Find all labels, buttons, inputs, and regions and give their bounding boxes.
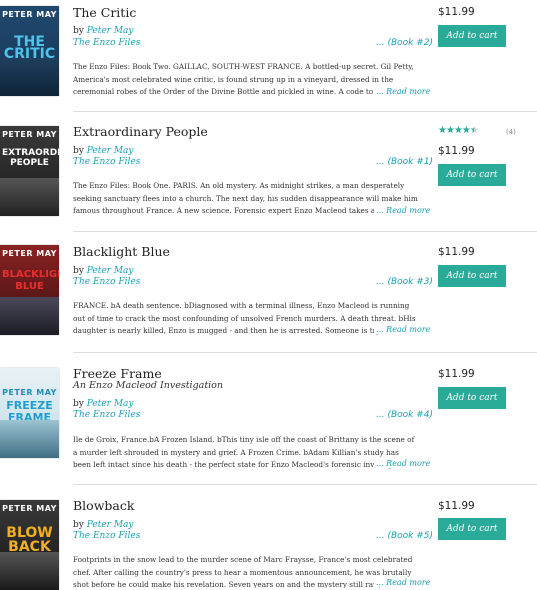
book-description: Footprints in the snow lead to the murde… <box>73 555 413 588</box>
price: $11.99 <box>438 6 475 18</box>
rating-stars: ★★★★★ <box>438 125 479 136</box>
cover-art <box>0 178 59 216</box>
book-number: ... (Book #4) <box>376 410 433 420</box>
author-link[interactable]: Peter May <box>87 266 134 276</box>
price: $11.99 <box>438 145 475 157</box>
book-description: The Enzo Files: Book One. PARIS. An old … <box>73 181 418 215</box>
read-more-link[interactable]: ... Read more <box>374 87 431 96</box>
read-more-link[interactable]: ... Read more <box>374 578 431 587</box>
divider <box>73 352 537 353</box>
add-to-cart-button[interactable]: Add to cart <box>438 387 506 409</box>
star-icon: ★ <box>453 125 463 136</box>
book-title[interactable]: Extraordinary People <box>73 124 208 139</box>
cover-author: PETER MAY <box>2 249 57 258</box>
cover-art <box>0 552 59 590</box>
book-title[interactable]: Blacklight Blue <box>73 244 170 259</box>
add-to-cart-button[interactable]: Add to cart <box>438 518 506 540</box>
series-link[interactable]: The Enzo Files <box>73 157 140 167</box>
author-link[interactable]: Peter May <box>87 520 134 530</box>
author-link[interactable]: Peter May <box>87 26 134 36</box>
cover-title: THE CRITIC <box>3 34 56 62</box>
byline: by Peter May <box>73 266 134 276</box>
book-description: FRANCE. bA death sentence. bDiagnosed wi… <box>73 301 416 335</box>
book-description: Ile de Groix, France.bA Frozen Island. b… <box>73 435 415 469</box>
author-link[interactable]: Peter May <box>87 146 134 156</box>
book-title[interactable]: Blowback <box>73 498 134 513</box>
cover-author: PETER MAY <box>2 130 57 139</box>
byline: by Peter May <box>73 26 134 36</box>
price: $11.99 <box>438 246 475 258</box>
book-number: ... (Book #1) <box>376 157 433 167</box>
series-link[interactable]: The Enzo Files <box>73 410 140 420</box>
cover-title: BLACKLIGHT BLUE <box>2 269 59 292</box>
book-title[interactable]: Freeze Frame <box>73 366 162 381</box>
read-more-link[interactable]: ... Read more <box>374 325 431 334</box>
book-description: The Enzo Files: Book Two. GAILLAC, SOUTH… <box>73 62 414 96</box>
star-icon: ★ <box>469 125 479 136</box>
add-to-cart-button[interactable]: Add to cart <box>438 164 506 186</box>
book-number: ... (Book #3) <box>376 277 433 287</box>
star-icon: ★ <box>461 125 471 136</box>
byline: by Peter May <box>73 146 134 156</box>
cover-author: PETER MAY <box>2 504 57 513</box>
book-cover[interactable]: PETER MAY THE CRITIC <box>0 6 59 96</box>
cover-author: PETER MAY <box>2 388 57 397</box>
cover-title: EXTRAORDINARY PEOPLE <box>2 148 59 168</box>
cover-art <box>0 58 59 96</box>
cover-author: PETER MAY <box>2 10 57 19</box>
star-icon: ★ <box>438 125 447 136</box>
add-to-cart-button[interactable]: Add to cart <box>438 265 506 287</box>
read-more-link[interactable]: ... Read more <box>374 206 431 215</box>
series-link[interactable]: The Enzo Files <box>73 277 140 287</box>
divider <box>73 231 537 232</box>
book-number: ... (Book #2) <box>376 38 433 48</box>
add-to-cart-button[interactable]: Add to cart <box>438 25 506 47</box>
read-more-link[interactable]: ... Read more <box>374 459 431 468</box>
series-link[interactable]: The Enzo Files <box>73 38 140 48</box>
price: $11.99 <box>438 500 475 512</box>
book-title[interactable]: The Critic <box>73 5 136 20</box>
cover-art <box>0 420 59 458</box>
divider <box>73 111 537 112</box>
book-cover[interactable]: PETER MAY EXTRAORDINARY PEOPLE <box>0 126 59 216</box>
rating-count: (4) <box>506 128 516 136</box>
book-cover[interactable]: PETER MAY FREEZE FRAME <box>0 368 59 458</box>
byline: by Peter May <box>73 399 134 409</box>
book-number: ... (Book #5) <box>376 531 433 541</box>
byline: by Peter May <box>73 520 134 530</box>
divider <box>73 484 537 485</box>
cover-art <box>0 297 59 335</box>
book-cover[interactable]: PETER MAY BLACKLIGHT BLUE <box>0 245 59 335</box>
price: $11.99 <box>438 368 475 380</box>
book-cover[interactable]: PETER MAY BLOW BACK <box>0 500 59 590</box>
author-link[interactable]: Peter May <box>87 399 134 409</box>
cover-title: BLOW BACK <box>6 525 53 555</box>
star-icon: ★ <box>445 125 455 136</box>
series-link[interactable]: The Enzo Files <box>73 531 140 541</box>
book-subtitle: An Enzo Macleod Investigation <box>73 380 224 391</box>
